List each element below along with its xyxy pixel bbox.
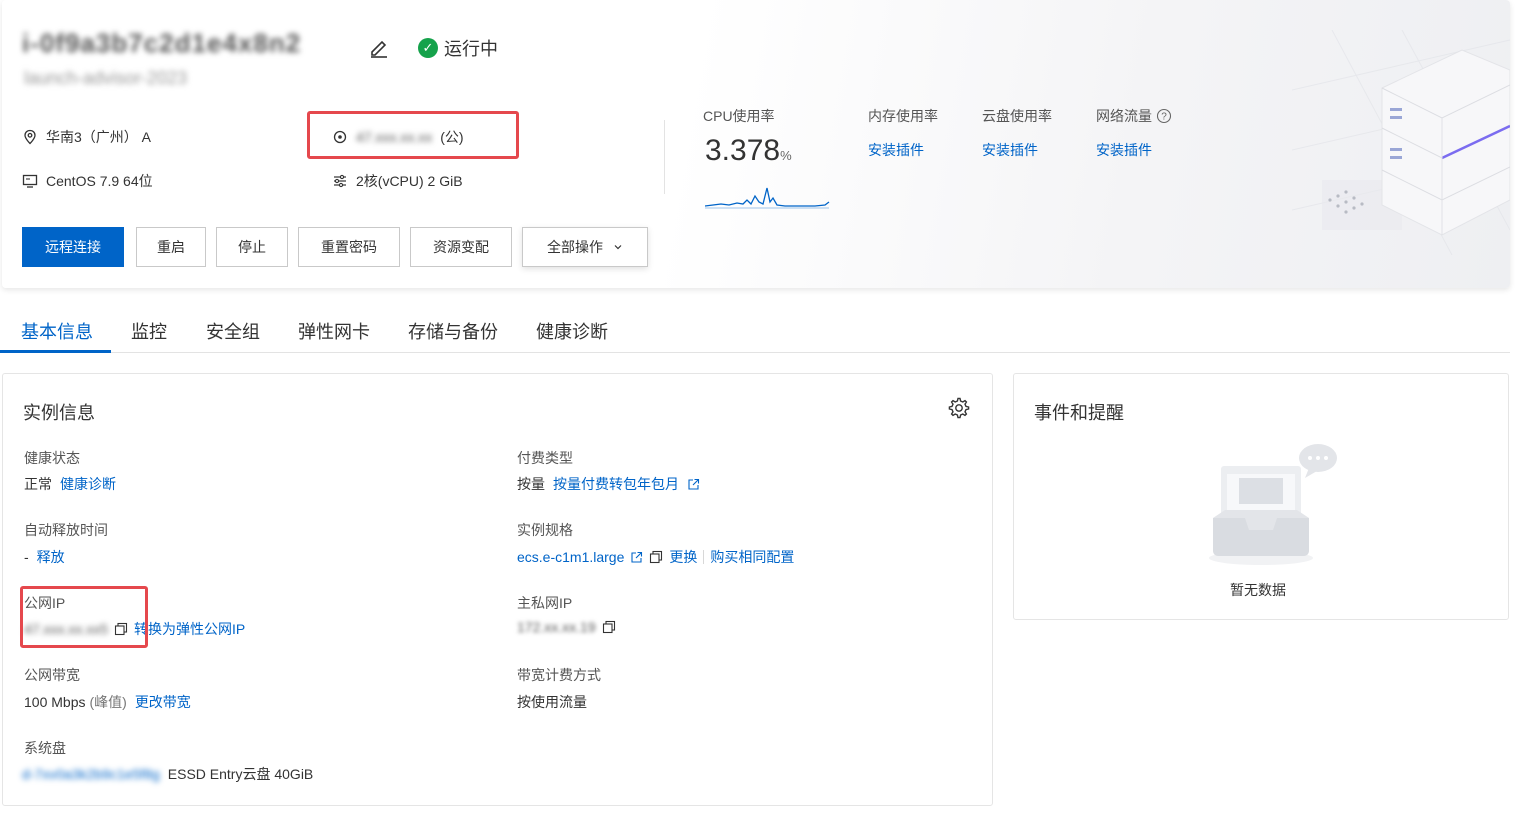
billing-type-text: 按量: [517, 476, 545, 492]
sliders-icon: [334, 174, 346, 188]
billing-type-value: 按量 按量付费转包年包月: [517, 474, 700, 494]
private-ip-value: 172.xx.xx.19: [517, 619, 616, 635]
highlight-box-public-ip: [20, 586, 148, 648]
tab-basic-info[interactable]: 基本信息: [21, 318, 93, 344]
convert-eip-link[interactable]: 转换为弹性公网IP: [134, 619, 245, 639]
switch-subscription-link[interactable]: 按量付费转包年包月: [553, 474, 679, 494]
disk-install-link[interactable]: 安装插件: [982, 140, 1038, 160]
external-link-icon[interactable]: [687, 478, 700, 491]
release-link[interactable]: 释放: [37, 547, 65, 567]
status-text: 运行中: [444, 39, 498, 59]
private-ip-label: 主私网IP: [517, 595, 573, 611]
network-install-link[interactable]: 安装插件: [1096, 140, 1152, 160]
stop-button[interactable]: 停止: [216, 227, 288, 267]
all-actions-label: 全部操作: [547, 239, 603, 255]
tab-active-indicator: [0, 350, 111, 353]
empty-state-text: 暂无数据: [1230, 582, 1286, 598]
system-disk-id-link[interactable]: d-7xv0a3k2b9c1e5f8g: [22, 766, 160, 782]
copy-icon[interactable]: [649, 550, 663, 564]
cpu-value-block: 3.378%: [705, 134, 792, 168]
divider: [664, 120, 665, 194]
bandwidth-billing-label: 带宽计费方式: [517, 667, 601, 683]
instance-name: i-0f9a3b7c2d1e4x8n2: [22, 28, 302, 58]
change-config-button[interactable]: 资源变配: [410, 227, 512, 267]
os-row: CentOS 7.9 64位: [22, 171, 153, 191]
system-disk-text: ESSD Entry云盘 40GiB: [167, 766, 314, 782]
health-status-label: 健康状态: [24, 450, 80, 466]
server-illustration: [1292, 30, 1510, 255]
monitor-icon: [22, 174, 38, 188]
all-actions-dropdown[interactable]: 全部操作: [522, 227, 648, 267]
bandwidth-label: 公网带宽: [24, 667, 80, 683]
system-disk-value: d-7xv0a3k2b9c1e5f8g ESSD Entry云盘 40GiB: [22, 764, 313, 784]
disk-label: 云盘使用率: [982, 108, 1052, 124]
empty-inbox-icon: [1209, 444, 1337, 565]
restart-button[interactable]: 重启: [136, 227, 206, 267]
auto-release-text: -: [24, 549, 29, 565]
spec-row: 2核(vCPU) 2 GiB: [332, 171, 463, 191]
health-status-text: 正常: [24, 476, 52, 492]
gear-icon[interactable]: [947, 396, 971, 420]
tab-bar: 基本信息 监控 安全组 弹性网卡 存储与备份 健康诊断: [0, 308, 1510, 353]
instance-info-card: [2, 373, 993, 806]
location-pin-icon: [24, 129, 36, 145]
divider: [703, 550, 705, 564]
instance-type-label: 实例规格: [517, 522, 573, 538]
tab-security-group[interactable]: 安全组: [206, 318, 260, 344]
bandwidth-value: 100 Mbps (峰值) 更改带宽: [24, 692, 191, 712]
svg-text:?: ?: [1161, 112, 1167, 123]
tab-eni[interactable]: 弹性网卡: [298, 318, 370, 344]
billing-type-label: 付费类型: [517, 450, 573, 466]
memory-install-link[interactable]: 安装插件: [868, 140, 924, 160]
cpu-sparkline[interactable]: [705, 178, 831, 212]
os-text: CentOS 7.9 64位: [46, 173, 153, 189]
cpu-unit: %: [780, 148, 792, 163]
cpu-value: 3.378: [705, 134, 781, 167]
instance-info-title: 实例信息: [23, 403, 95, 423]
health-check-link[interactable]: 健康诊断: [60, 474, 116, 494]
tab-monitor[interactable]: 监控: [131, 318, 167, 344]
spec-text: 2核(vCPU) 2 GiB: [356, 173, 463, 189]
bandwidth-billing-value: 按使用流量: [517, 694, 587, 710]
check-circle-icon: ✓: [418, 38, 438, 58]
chevron-down-icon: [614, 245, 622, 250]
events-title: 事件和提醒: [1034, 403, 1124, 423]
network-label-row: 网络流量 ?: [1096, 106, 1172, 126]
region-row: 华南3（广州） A: [22, 127, 151, 147]
instance-type-value: ecs.e-c1m1.large 更换 购买相同配置: [517, 547, 794, 567]
help-icon[interactable]: ?: [1156, 108, 1172, 124]
remote-connect-button[interactable]: 远程连接: [22, 227, 124, 267]
reset-password-button[interactable]: 重置密码: [298, 227, 400, 267]
network-label: 网络流量: [1096, 108, 1152, 124]
region-text: 华南3（广州） A: [46, 129, 152, 145]
bandwidth-text: 100 Mbps: [24, 694, 86, 710]
change-bandwidth-link[interactable]: 更改带宽: [135, 692, 191, 712]
auto-release-value: - 释放: [24, 547, 65, 567]
instance-type-link[interactable]: ecs.e-c1m1.large: [517, 549, 624, 565]
instance-header-card: i-0f9a3b7c2d1e4x8n2 launch-advisor-2023 …: [2, 0, 1510, 288]
instance-id: launch-advisor-2023: [24, 68, 188, 88]
edit-icon[interactable]: [368, 36, 390, 58]
tab-health-check[interactable]: 健康诊断: [536, 318, 608, 344]
status-badge: ✓ 运行中: [418, 35, 498, 61]
auto-release-label: 自动释放时间: [24, 522, 108, 538]
change-type-link[interactable]: 更换: [669, 547, 697, 567]
memory-label: 内存使用率: [868, 108, 938, 124]
health-status-value: 正常 健康诊断: [24, 474, 116, 494]
highlight-box: [307, 111, 519, 159]
bandwidth-note: (峰值): [89, 694, 127, 710]
copy-icon[interactable]: [602, 620, 616, 634]
external-link-icon[interactable]: [630, 551, 643, 564]
system-disk-label: 系统盘: [24, 740, 66, 756]
buy-same-config-link[interactable]: 购买相同配置: [710, 547, 794, 567]
private-ip-address: 172.xx.xx.19: [517, 619, 596, 635]
tab-storage-backup[interactable]: 存储与备份: [408, 318, 498, 344]
cpu-label: CPU使用率: [703, 108, 775, 124]
